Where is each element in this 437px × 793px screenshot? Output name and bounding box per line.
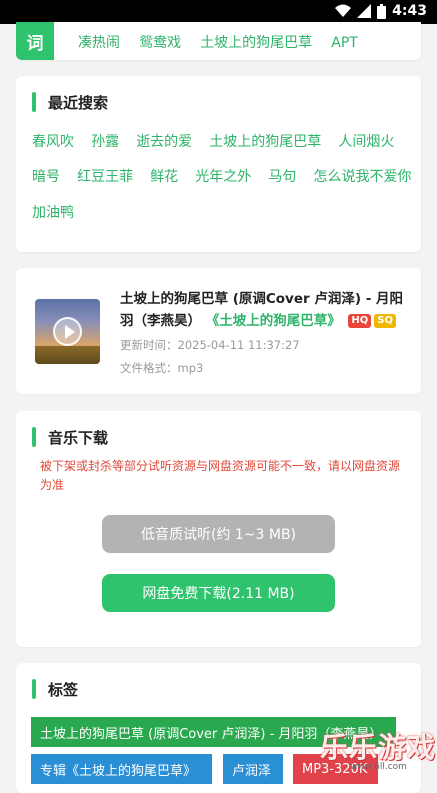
album-name[interactable]: 《土坡上的狗尾巴草》 [206,313,341,329]
accent-bar [32,427,36,447]
status-bar: 4:43 [0,0,437,24]
hot-word[interactable]: 鸳鸯戏 [139,32,181,52]
recent-search-item[interactable]: 土坡上的狗尾巴草 [209,131,321,151]
cover-ground [35,346,100,364]
tag-artist[interactable]: 卢润泽 [223,754,283,784]
song-info-card[interactable]: 土坡上的狗尾巴草 (原调Cover 卢润泽) - 月阳羽（李燕昊） 《土坡上的狗… [16,268,421,394]
sq-badge: SQ [374,314,396,328]
low-quality-preview-button[interactable]: 低音质试听(约 1~3 MB) [102,515,335,553]
download-warning: 被下架或封杀等部分试听资源与网盘资源可能不一致，请以网盘资源为准 [40,459,401,492]
recent-search-item[interactable]: 光年之外 [195,166,251,186]
hq-badge: HQ [348,314,372,328]
signal-icon [357,4,372,18]
album-cover[interactable] [35,299,100,364]
recent-search-item[interactable]: 加油鸭 [32,202,74,222]
song-title-block: 土坡上的狗尾巴草 (原调Cover 卢润泽) - 月阳羽（李燕昊） 《土坡上的狗… [120,288,410,332]
recent-row: 暗号 红豆王菲 鲜花 光年之外 马句 怎么说我不爱你 [32,166,423,186]
recent-search-item[interactable]: 鲜花 [150,166,178,186]
section-header: 最近搜索 [32,92,108,112]
accent-bar [32,679,36,699]
recent-row: 加油鸭 [32,202,86,222]
wifi-icon [335,4,352,17]
clock-time: 4:43 [392,3,427,19]
recent-search-item[interactable]: 马句 [268,166,296,186]
ci-label: 词 [16,22,54,60]
recent-search-item[interactable]: 人间烟火 [338,131,394,151]
recent-search-item[interactable]: 红豆王菲 [77,166,133,186]
hot-word[interactable]: APT [331,35,358,51]
recent-search-card: 最近搜索 春风吹 孙露 逝去的爱 土坡上的狗尾巴草 人间烟火 暗号 红豆王菲 鲜… [16,76,421,252]
update-time: 更新时间：2025-04-11 11:37:27 [120,338,300,352]
recent-search-item[interactable]: 怎么说我不爱你 [313,166,411,186]
recent-search-item[interactable]: 孙露 [91,131,119,151]
section-header: 标签 [32,679,78,699]
watermark-url: www.6ll.com [350,762,407,772]
accent-bar [32,92,36,112]
download-title: 音乐下载 [48,428,109,447]
hot-word[interactable]: 凑热闹 [78,32,120,52]
music-download-card: 音乐下载 被下架或封杀等部分试听资源与网盘资源可能不一致，请以网盘资源为准 低音… [16,411,421,647]
play-icon[interactable] [53,317,82,346]
tag-album[interactable]: 专辑《土坡上的狗尾巴草》 [31,754,212,784]
tags-title: 标签 [48,680,79,699]
recent-search-item[interactable]: 暗号 [32,166,60,186]
hot-word-list: 凑热闹 鸳鸯戏 土坡上的狗尾巴草 APT [78,32,372,52]
recent-search-title: 最近搜索 [48,93,109,112]
watermark-logo: 乐乐游戏 [320,731,437,764]
netdisk-download-button[interactable]: 网盘免费下载(2.11 MB) [102,574,335,612]
hot-words-card: 词 凑热闹 鸳鸯戏 土坡上的狗尾巴草 APT [16,22,421,60]
hot-word[interactable]: 土坡上的狗尾巴草 [200,32,312,52]
file-format: 文件格式：mp3 [120,361,204,375]
recent-search-item[interactable]: 逝去的爱 [136,131,192,151]
recent-row: 春风吹 孙露 逝去的爱 土坡上的狗尾巴草 人间烟火 [32,131,406,151]
battery-icon [377,3,387,19]
recent-search-item[interactable]: 春风吹 [32,131,74,151]
section-header: 音乐下载 [32,427,108,447]
